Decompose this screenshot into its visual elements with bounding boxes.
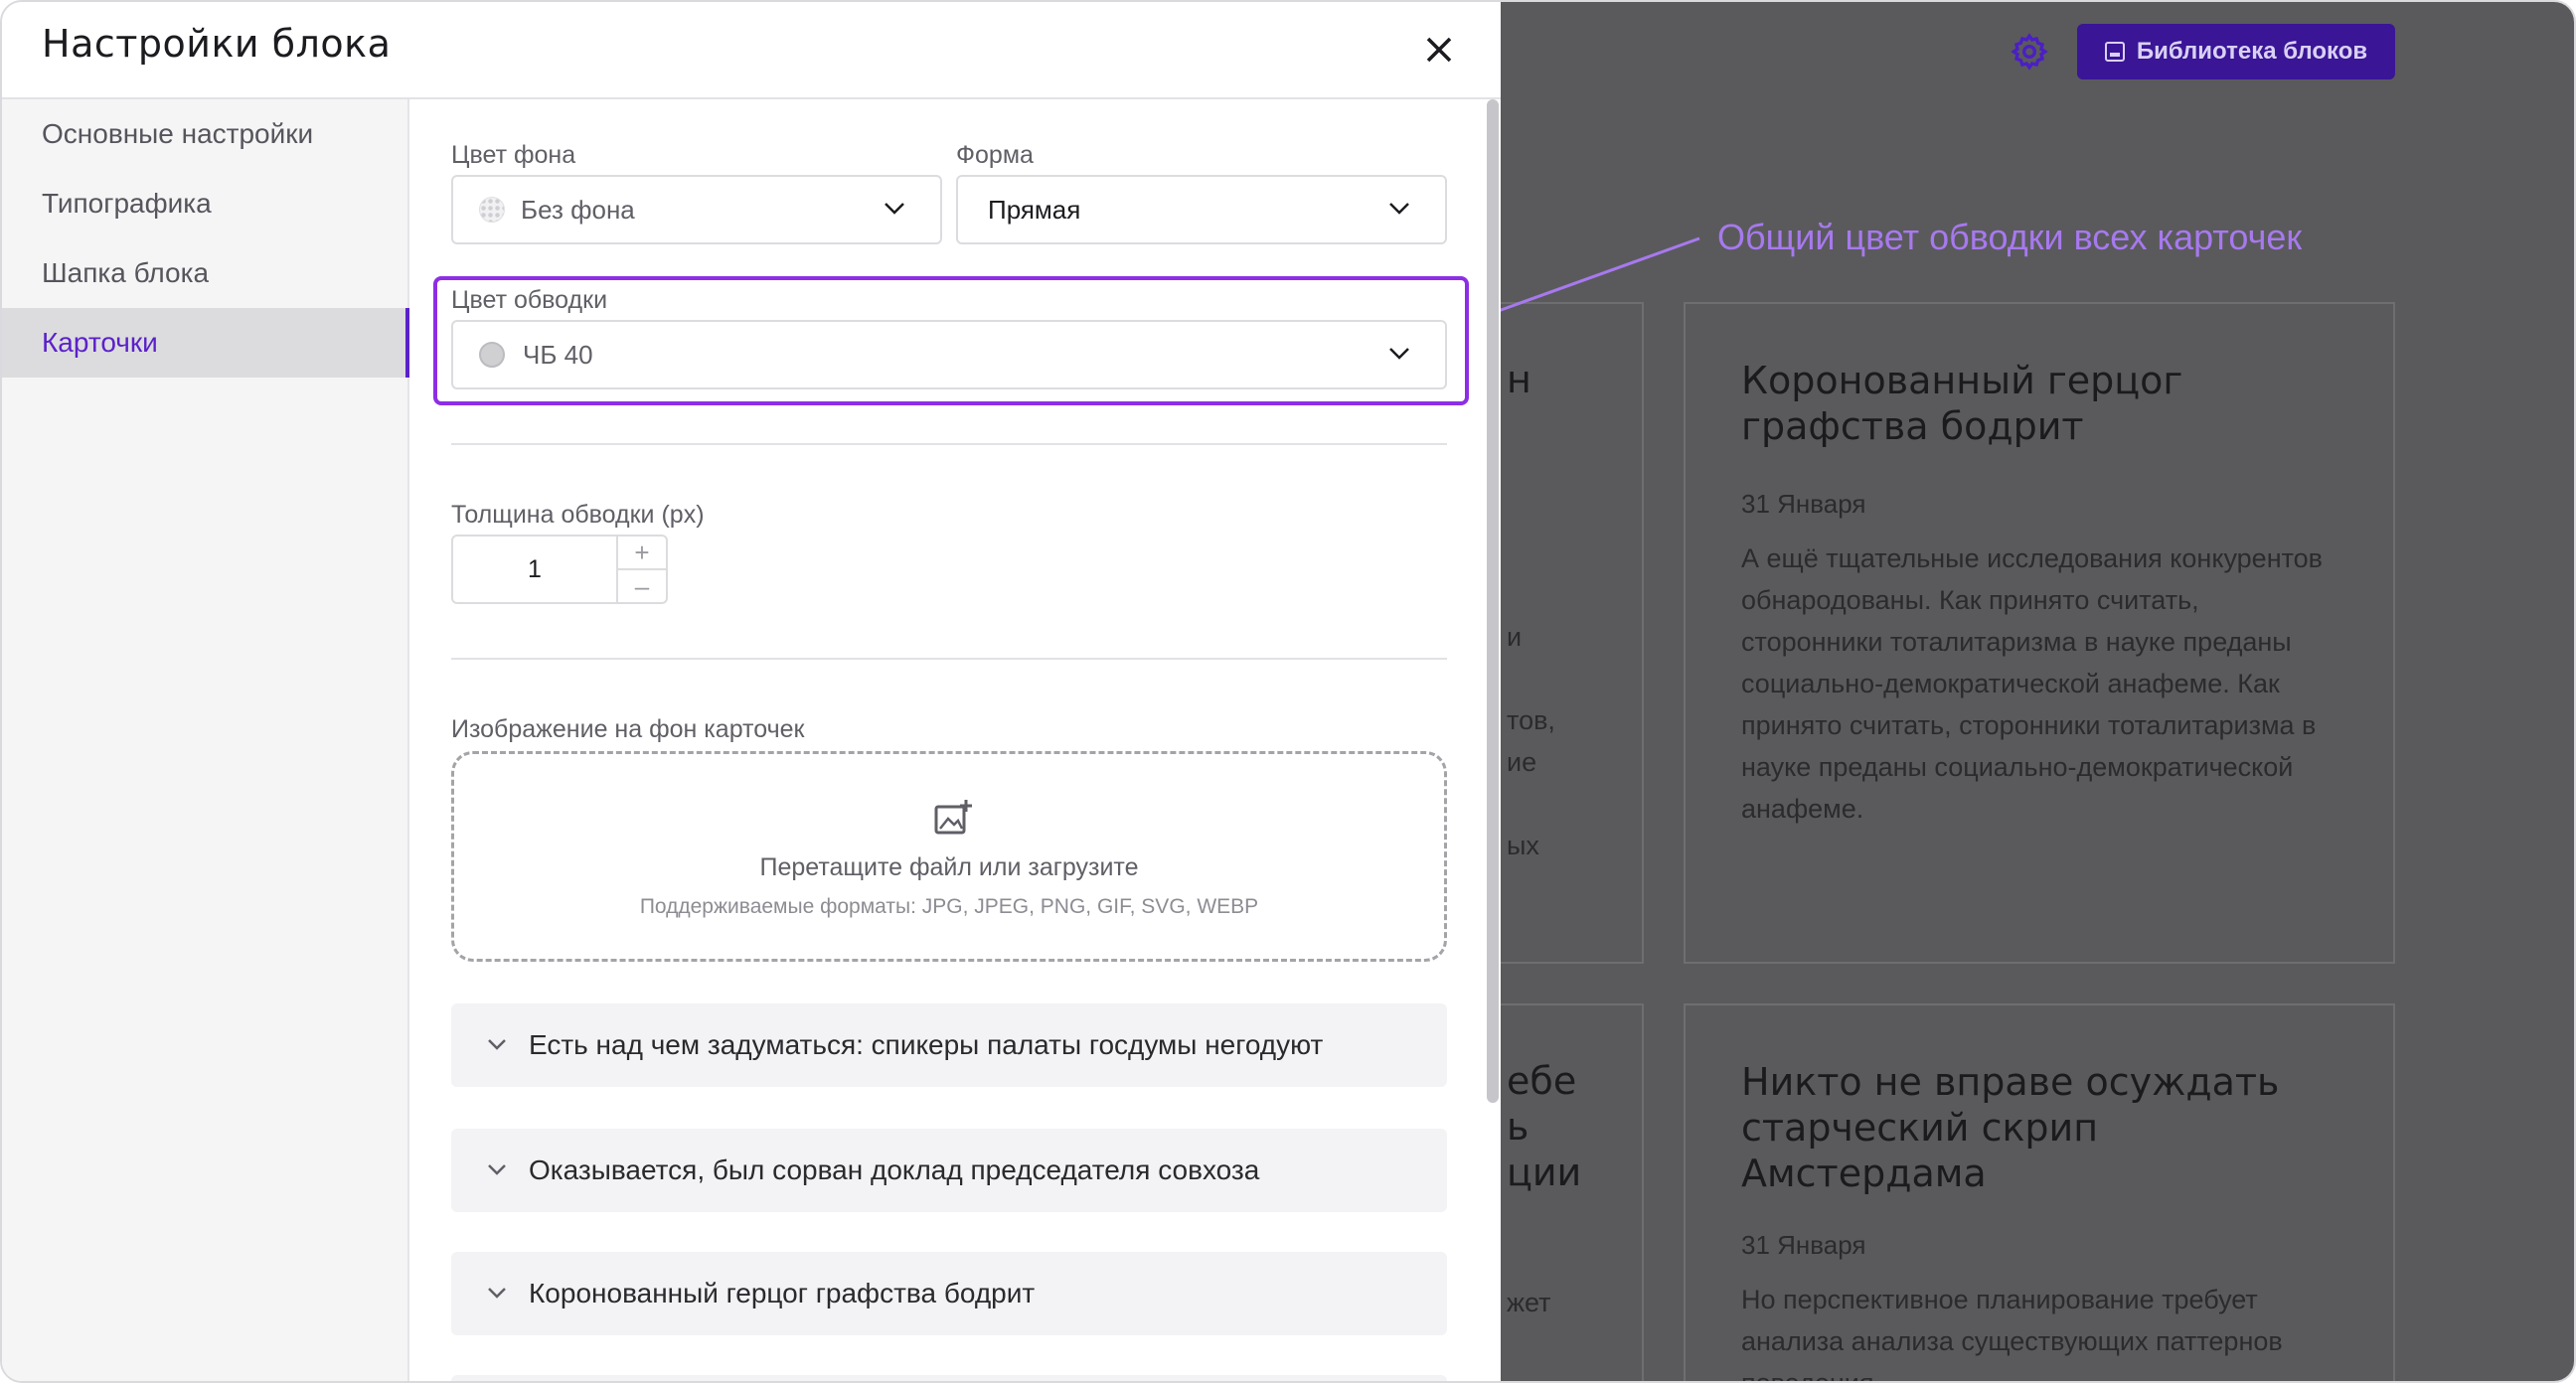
card-title: Коронованный герцог графства бодрит — [1741, 359, 2183, 448]
partial-text: ие — [1507, 747, 1537, 777]
accordion-label: Коронованный герцог графства бодрит — [529, 1278, 1036, 1308]
card-accordion-item[interactable]: Коронованный герцог графства бодрит — [451, 1252, 1447, 1335]
card-accordion-item-partial[interactable] — [451, 1375, 1447, 1381]
sidebar-item-typography[interactable]: Типографика — [2, 169, 407, 238]
card-text: Но перспективное планирование требует ан… — [1741, 1285, 2283, 1383]
card-accordion-item[interactable]: Оказывается, был сорван доклад председат… — [451, 1129, 1447, 1212]
modal-header: Настройки блока — [2, 2, 1501, 99]
bg-color-label: Цвет фона — [451, 141, 576, 169]
border-color-value: ЧБ 40 — [523, 339, 593, 370]
app-frame: Библиотека блоков н и тов, ие ых ебе ь ц… — [0, 0, 2576, 1383]
block-settings-modal: Настройки блока Основные настройки Типог… — [2, 2, 1501, 1381]
divider — [451, 443, 1447, 445]
sidebar-item-block-header[interactable]: Шапка блока — [2, 238, 407, 308]
close-button[interactable] — [1417, 28, 1461, 72]
news-card: Коронованный герцог графства бодрит 31 Я… — [1684, 302, 2395, 964]
settings-sidebar: Основные настройки Типографика Шапка бло… — [2, 99, 409, 1381]
accordion-label: Есть над чем задуматься: спикеры палаты … — [529, 1029, 1324, 1060]
color-swatch-icon — [479, 342, 505, 368]
block-library-button[interactable]: Библиотека блоков — [2077, 24, 2395, 79]
partial-text: тов, — [1507, 705, 1555, 735]
border-color-label: Цвет обводки — [451, 286, 608, 314]
supported-formats: Поддерживаемые форматы: JPG, JPEG, PNG, … — [639, 895, 1259, 918]
border-width-input[interactable]: 1 — [453, 537, 618, 602]
bg-color-select[interactable]: Без фона — [451, 175, 942, 244]
chevron-down-icon — [488, 1288, 506, 1299]
shape-label: Форма — [956, 141, 1034, 169]
transparent-swatch-icon — [479, 197, 505, 223]
image-icon — [2104, 42, 2125, 62]
card-image-label: Изображение на фон карточек — [451, 715, 805, 743]
bg-color-value: Без фона — [521, 194, 635, 225]
shape-value: Прямая — [988, 194, 1081, 225]
divider — [451, 658, 1447, 660]
chevron-down-icon — [488, 1164, 506, 1175]
modal-title: Настройки блока — [42, 22, 392, 66]
sidebar-item-cards[interactable]: Карточки — [2, 308, 409, 378]
gear-icon[interactable] — [2010, 32, 2049, 72]
accordion-label: Оказывается, был сорван доклад председат… — [529, 1154, 1260, 1185]
partial-text: ь — [1507, 1105, 1530, 1149]
partial-text: н — [1507, 358, 1531, 401]
card-text: А ещё тщательные исследования конкуренто… — [1741, 543, 2324, 824]
scrollbar[interactable] — [1487, 99, 1499, 1103]
partial-text: ции — [1507, 1151, 1582, 1194]
partial-text: и — [1507, 622, 1523, 652]
decrement-button[interactable]: – — [618, 570, 666, 602]
increment-button[interactable]: + — [618, 537, 666, 570]
chevron-down-icon — [885, 203, 904, 215]
card-accordion-item[interactable]: Есть над чем задуматься: спикеры палаты … — [451, 1003, 1447, 1087]
card-image-dropzone[interactable]: Перетащите файл или загрузите Поддержива… — [451, 751, 1447, 962]
card-date: 31 Января — [1741, 1230, 1866, 1260]
shape-select[interactable]: Прямая — [956, 175, 1447, 244]
dropzone-text: Перетащите файл или загрузите — [759, 853, 1139, 881]
border-width-stepper: 1 + – — [451, 535, 668, 604]
card-date: 31 Января — [1741, 489, 1866, 519]
close-icon — [1426, 37, 1452, 63]
partial-text: ых — [1507, 831, 1539, 860]
partial-text: ебе — [1507, 1059, 1577, 1103]
callout-line — [1478, 236, 1700, 320]
add-image-icon — [934, 800, 972, 835]
news-card: Никто не вправе осуждать старческий скри… — [1684, 1003, 2395, 1383]
card-title: Никто не вправе осуждать старческий скри… — [1741, 1060, 2280, 1195]
border-color-select[interactable]: ЧБ 40 — [451, 320, 1447, 389]
editor-background: Библиотека блоков н и тов, ие ых ебе ь ц… — [1393, 2, 2574, 1383]
chevron-down-icon — [1389, 348, 1409, 360]
block-library-label: Библиотека блоков — [2136, 38, 2368, 65]
chevron-down-icon — [1389, 203, 1409, 215]
sidebar-item-main-settings[interactable]: Основные настройки — [2, 99, 407, 169]
border-width-label: Толщина обводки (px) — [451, 501, 705, 529]
callout-annotation: Общий цвет обводки всех карточек — [1717, 217, 2303, 257]
chevron-down-icon — [488, 1039, 506, 1050]
partial-text: жет — [1507, 1288, 1551, 1317]
